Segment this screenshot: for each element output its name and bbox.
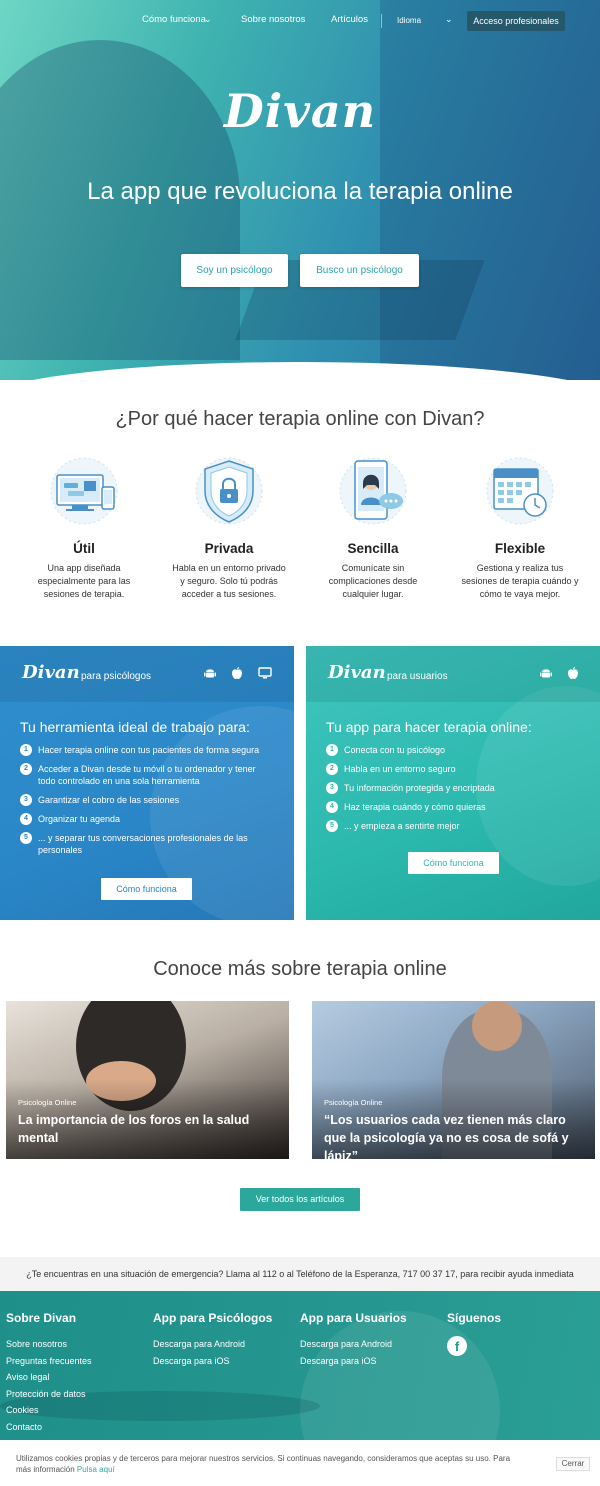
facebook-icon[interactable]: f: [447, 1336, 467, 1356]
calendar-clock-icon: [480, 455, 560, 527]
user-how-it-works-button[interactable]: Cómo funciona: [408, 852, 499, 874]
article-category: Psicología Online: [18, 1098, 77, 1107]
shield-lock-icon: [189, 455, 269, 527]
nav-divider: [381, 14, 382, 28]
article-card[interactable]: Psicología Online La importancia de los …: [6, 1001, 289, 1159]
feature-title: Útil: [73, 541, 95, 556]
list-item: 1 Hacer terapia online con tus pacientes …: [20, 744, 275, 756]
feature-text: Gestiona y realiza tus sesiones de terap…: [461, 563, 579, 599]
list-item: 2 Habla en un entorno seguro: [326, 763, 556, 775]
chevron-down-icon[interactable]: ⌄: [445, 14, 453, 25]
cookie-banner: Utilizamos cookies propias y de terceros…: [0, 1440, 600, 1486]
emergency-banner: ¿Te encuentras en una situación de emerg…: [0, 1257, 600, 1291]
footer-link[interactable]: Descarga para Android: [153, 1336, 272, 1353]
footer-link[interactable]: Descarga para iOS: [153, 1353, 272, 1370]
article-title[interactable]: La importancia de los foros en la salud …: [18, 1111, 280, 1147]
psychologist-how-it-works-button[interactable]: Cómo funciona: [101, 878, 192, 900]
cookie-more-info-link[interactable]: Pulsa aquí: [77, 1465, 115, 1474]
divan-logo[interactable]: Divan: [0, 84, 600, 138]
devices-icon: [44, 455, 124, 527]
panel-subtitle: para usuarios: [387, 671, 448, 682]
phone-chat-icon: [333, 455, 413, 527]
article-card[interactable]: Psicología Online “Los usuarios cada vez…: [312, 1001, 595, 1159]
apple-icon[interactable]: [566, 666, 580, 680]
footer-col-psychologists: App para Psicólogos Descarga para Androi…: [153, 1311, 272, 1369]
find-psychologist-button[interactable]: Busco un psicólogo: [300, 254, 419, 287]
panel-heading: Tu herramienta ideal de trabajo para:: [20, 719, 250, 735]
feature-flexible: Flexible Gestiona y realiza tus sesiones…: [455, 455, 585, 601]
feature-title: Privada: [204, 541, 254, 556]
nav-how-it-works[interactable]: Cómo funciona: [142, 14, 206, 25]
desktop-icon[interactable]: [258, 666, 272, 680]
language-select[interactable]: Idioma: [397, 16, 421, 25]
footer-col-about: Sobre Divan Sobre nosotros Preguntas fre…: [6, 1311, 92, 1435]
feature-text: Comunícate sin complicaciones desde cual…: [328, 563, 418, 599]
footer-link[interactable]: Cookies: [6, 1402, 92, 1419]
footer-link[interactable]: Protección de datos: [6, 1386, 92, 1403]
user-benefits-list: 1 Conecta con tu psicólogo 2 Habla en un e…: [326, 744, 556, 839]
psychologist-button[interactable]: Soy un psicólogo: [181, 254, 288, 287]
cookie-text: Utilizamos cookies propias y de terceros…: [16, 1453, 526, 1475]
feature-useful: Útil Una app diseñada especialmente para…: [19, 455, 149, 601]
list-item: 4 Haz terapia cuándo y cómo quieras: [326, 801, 556, 813]
article-title[interactable]: “Los usuarios cada vez tienen más claro …: [324, 1111, 586, 1159]
article-category: Psicología Online: [324, 1098, 383, 1107]
hero-title: La app que revoluciona la terapia online: [87, 178, 513, 205]
psychologist-panel: Divan para psicólogos Tu herramienta ide…: [0, 646, 294, 920]
feature-private: Privada Habla en un entorno privado y se…: [164, 455, 294, 601]
panel-heading: Tu app para hacer terapia online:: [326, 719, 532, 735]
footer-link[interactable]: Preguntas frecuentes: [6, 1353, 92, 1370]
footer: Sobre Divan Sobre nosotros Preguntas fre…: [0, 1291, 600, 1440]
feature-text: Habla en un entorno privado y seguro. So…: [172, 563, 286, 599]
list-item: 3 Tu información protegida y encriptada: [326, 782, 556, 794]
feature-text: Una app diseñada especialmente para las …: [37, 563, 131, 599]
footer-link[interactable]: Contacto: [6, 1419, 92, 1436]
why-title: ¿Por qué hacer terapia online con Divan?: [115, 408, 485, 430]
footer-col-title: App para Psicólogos: [153, 1311, 273, 1325]
feature-title: Sencilla: [347, 541, 399, 556]
user-panel: Divan para usuarios Tu app para hacer te…: [306, 646, 600, 920]
nav-about[interactable]: Sobre nosotros: [241, 14, 305, 25]
psychologist-benefits-list: 1 Hacer terapia online con tus pacientes …: [20, 744, 275, 863]
footer-col-title: App para Usuarios: [300, 1311, 407, 1325]
footer-col-follow: Síguenos f: [447, 1311, 501, 1356]
divan-logo: Divan: [22, 662, 80, 683]
footer-col-title: Sobre Divan: [6, 1311, 77, 1325]
android-icon[interactable]: [203, 666, 217, 680]
footer-col-users: App para Usuarios Descarga para Android …: [300, 1311, 407, 1369]
footer-link[interactable]: Descarga para Android: [300, 1336, 407, 1353]
pro-access-button[interactable]: Acceso profesionales: [467, 11, 565, 31]
list-item: 4 Organizar tu agenda: [20, 813, 275, 825]
nav-articles[interactable]: Artículos: [331, 14, 368, 25]
list-item: 3 Garantizar el cobro de las sesiones: [20, 794, 275, 806]
chevron-down-icon[interactable]: ⌄: [204, 14, 212, 25]
apple-icon[interactable]: [230, 666, 244, 680]
view-all-articles-button[interactable]: Ver todos los artículos: [240, 1188, 360, 1211]
list-item: 5... y separar tus conversaciones profes…: [20, 832, 275, 856]
footer-link[interactable]: Sobre nosotros: [6, 1336, 92, 1353]
top-nav: Cómo funciona ⌄ Sobre nosotros Artículos…: [0, 11, 600, 31]
cookie-close-button[interactable]: Cerrar: [556, 1457, 590, 1471]
list-item: 5... y empieza a sentirte mejor: [326, 820, 556, 832]
footer-col-title: Síguenos: [447, 1311, 502, 1325]
panel-subtitle: para psicólogos: [81, 671, 152, 682]
article-image-face: [472, 1001, 522, 1051]
feature-title: Flexible: [494, 541, 546, 556]
list-item: 2 Acceder a Divan desde tu móvil o tu ord…: [20, 763, 275, 787]
android-icon[interactable]: [539, 666, 553, 680]
footer-link[interactable]: Aviso legal: [6, 1369, 92, 1386]
footer-link[interactable]: Descarga para iOS: [300, 1353, 407, 1370]
divan-logo: Divan: [328, 662, 386, 683]
feature-simple: Sencilla Comunícate sin complicaciones d…: [308, 455, 438, 601]
articles-title: Conoce más sobre terapia online: [153, 958, 447, 980]
list-item: 1 Conecta con tu psicólogo: [326, 744, 556, 756]
hero-section: Cómo funciona ⌄ Sobre nosotros Artículos…: [0, 0, 600, 380]
